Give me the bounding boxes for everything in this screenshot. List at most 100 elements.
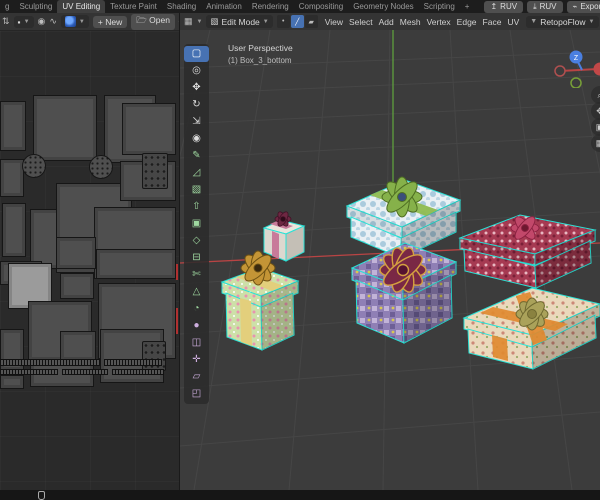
- gift-box-cream-olive-bow[interactable]: [462, 287, 600, 370]
- topbar-button[interactable]: ↥ RUV: [484, 0, 524, 13]
- uv-island[interactable]: [0, 101, 26, 151]
- uv-island[interactable]: [33, 95, 97, 161]
- topbar-action-buttons: ↥RUV⤓RUV⌁Export ⟩⟩Import: [480, 0, 600, 13]
- seam-edge-mark: [176, 264, 178, 280]
- tool-edge-slide[interactable]: ◫: [184, 335, 209, 351]
- workspace-tab[interactable]: Shading: [162, 0, 201, 13]
- menu-mesh[interactable]: Mesh: [397, 17, 424, 27]
- workspace-tab[interactable]: Scripting: [419, 0, 460, 13]
- tool-scale[interactable]: ⇲: [184, 114, 209, 130]
- gift-box-crimson[interactable]: [458, 214, 597, 289]
- viewport-3d[interactable]: User Perspective (1) Box_3_bottom ▢ ◎ ✥ ↻ ⇲ ◉…: [180, 30, 600, 490]
- uv-island-cluster[interactable]: [142, 153, 168, 189]
- uv-island[interactable]: [0, 375, 24, 389]
- viewport-menus: View Select Add Mesh Vertex Edge Face UV: [322, 17, 523, 27]
- tool-smooth[interactable]: ●: [184, 318, 209, 334]
- topbar-button[interactable]: ⤓ RUV: [527, 0, 563, 13]
- workspace-tab[interactable]: Texture Paint: [105, 0, 162, 13]
- viewport-scene: [180, 30, 600, 490]
- tool-bevel[interactable]: ◇: [184, 233, 209, 249]
- active-object-label: (1) Box_3_bottom: [228, 55, 292, 65]
- tool-transform[interactable]: ◉: [184, 131, 209, 147]
- view-name-label: User Perspective: [228, 43, 293, 53]
- tool-measure[interactable]: ◿: [184, 165, 209, 181]
- menu-uv[interactable]: UV: [504, 17, 522, 27]
- menu-vertex[interactable]: Vertex: [424, 17, 454, 27]
- tool-move[interactable]: ✥: [184, 80, 209, 96]
- mode-icon: ▧: [210, 16, 219, 26]
- tool-spin[interactable]: ◔: [184, 301, 209, 317]
- tool-shrink-fatten[interactable]: ✛: [184, 352, 209, 368]
- menu-face[interactable]: Face: [480, 17, 505, 27]
- gift-box-floral-gold-bow[interactable]: [220, 250, 300, 351]
- uv-island-strip[interactable]: [0, 359, 100, 366]
- topbar-button[interactable]: ⌁Export ⟩: [566, 0, 600, 13]
- mode-label: Edit Mode: [221, 16, 260, 27]
- workspace-tab[interactable]: Rendering: [247, 0, 294, 13]
- tool-annotate[interactable]: ✎: [184, 148, 209, 164]
- menu-select[interactable]: Select: [346, 17, 376, 27]
- uv-island[interactable]: [60, 331, 96, 361]
- tool-loop-cut[interactable]: ⊟: [184, 250, 209, 266]
- menu-edge[interactable]: Edge: [454, 17, 480, 27]
- uv-island-strip[interactable]: [112, 369, 164, 375]
- uv-island-circular[interactable]: [22, 154, 46, 178]
- uv-island[interactable]: [122, 103, 176, 155]
- workspace-tab[interactable]: +: [460, 0, 475, 13]
- gift-box-purple-maroon-bow[interactable]: [350, 242, 458, 344]
- uv-island-cluster[interactable]: [142, 341, 166, 371]
- tool-inset-faces[interactable]: ▣: [184, 216, 209, 232]
- retopoflow-dropdown[interactable]: ▼ RetopoFlow ▼: [526, 15, 599, 28]
- uv-sync-select-icon[interactable]: ⇅: [2, 17, 10, 26]
- face-select-button[interactable]: ▰: [304, 15, 318, 28]
- open-label: Open: [149, 14, 170, 25]
- sticky-select-icon[interactable]: ◉: [38, 17, 46, 26]
- mouse-icon: [38, 490, 45, 500]
- open-image-button[interactable]: 🗁 Open: [131, 13, 175, 30]
- workspace-tab[interactable]: Animation: [201, 0, 247, 13]
- uv-island[interactable]: [96, 249, 176, 279]
- menu-view[interactable]: View: [322, 17, 346, 27]
- workspace-tab[interactable]: Compositing: [294, 0, 348, 13]
- uv-editor-canvas[interactable]: [0, 31, 179, 490]
- image-browse-dropdown[interactable]: ▼: [60, 15, 89, 28]
- falloff-curve-icon[interactable]: ∿: [49, 17, 57, 26]
- edge-select-button[interactable]: ╱: [290, 15, 304, 28]
- gizmo-z-label: Z: [574, 55, 579, 62]
- chevron-down-icon: ▼: [262, 18, 269, 25]
- nav-gizmo[interactable]: Z: [552, 40, 600, 88]
- workspace-tab[interactable]: Geometry Nodes: [348, 0, 418, 13]
- tool-shear[interactable]: ▱: [184, 369, 209, 385]
- uv-island-strip[interactable]: [0, 369, 58, 375]
- workspace-tab[interactable]: UV Editing: [57, 0, 106, 13]
- vertex-select-button[interactable]: •: [276, 15, 290, 28]
- select-mode-buttons: • ╱ ▰: [276, 15, 318, 28]
- mode-dropdown[interactable]: ▧ Edit Mode ▼: [206, 15, 273, 28]
- tool-rip-region[interactable]: ◰: [184, 386, 209, 402]
- viewport-header: ▦ ▼ ▧ Edit Mode ▼ • ╱ ▰ View Select Add Mesh V…: [180, 13, 600, 31]
- new-image-button[interactable]: + New: [92, 15, 128, 28]
- tool-add-cube[interactable]: ▧: [184, 182, 209, 198]
- uv-island[interactable]: [56, 237, 96, 269]
- tool-poly-build[interactable]: △: [184, 284, 209, 300]
- tool-knife[interactable]: ✄: [184, 267, 209, 283]
- uv-island[interactable]: [0, 159, 24, 197]
- tool-cursor[interactable]: ◎: [184, 63, 209, 79]
- editor-type-icon[interactable]: ▦: [184, 17, 193, 26]
- uv-island[interactable]: [2, 203, 26, 257]
- tool-rotate[interactable]: ↻: [184, 97, 209, 113]
- uv-island[interactable]: [60, 273, 94, 299]
- uv-island-strip[interactable]: [62, 369, 108, 375]
- uv-island-strip[interactable]: [104, 359, 162, 366]
- uv-select-mode-dropdown[interactable]: ▪ ▼: [13, 15, 34, 28]
- tool-select-box[interactable]: ▢: [184, 46, 209, 62]
- workspace-tab[interactable]: Sculpting: [14, 0, 57, 13]
- button-icon: ⤓: [533, 1, 537, 11]
- tool-extrude-region[interactable]: ⇧: [184, 199, 209, 215]
- uv-island-circular[interactable]: [89, 155, 113, 179]
- chevron-down-icon: ▼: [78, 18, 85, 25]
- workspace-tab[interactable]: g: [0, 0, 14, 13]
- gift-box-small-white[interactable]: [262, 210, 306, 262]
- chevron-down-icon: ▼: [588, 18, 595, 25]
- menu-add[interactable]: Add: [376, 17, 397, 27]
